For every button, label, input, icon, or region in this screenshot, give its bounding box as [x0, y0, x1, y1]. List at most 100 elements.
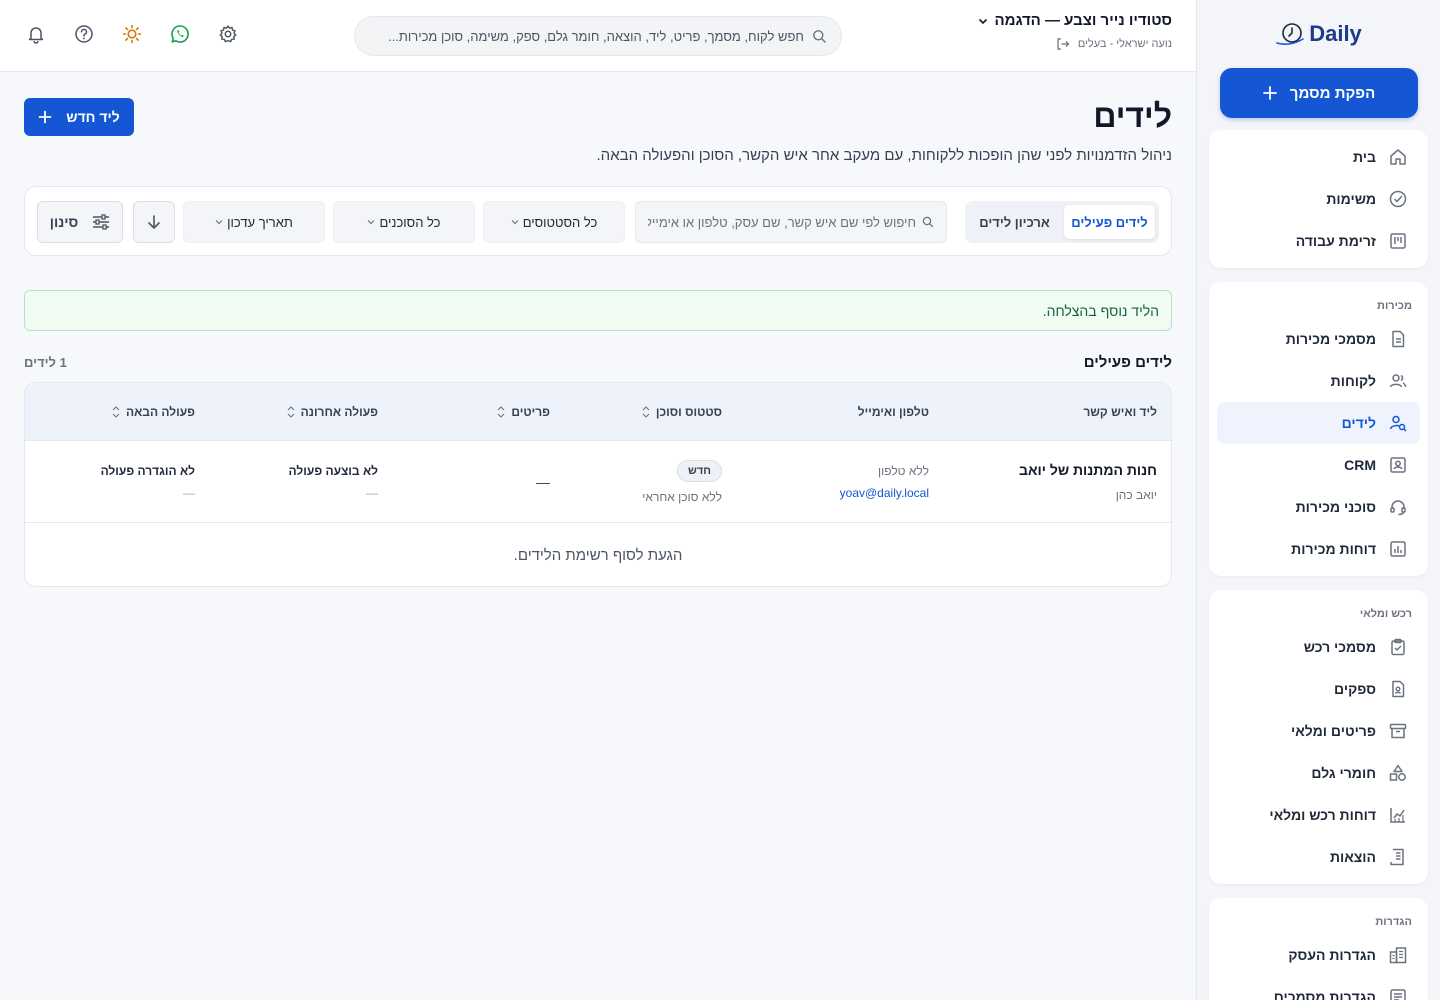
- sidebar-item-label: מסמכי רכש: [1303, 639, 1376, 655]
- list-header: לידים פעילים 1 לידים: [24, 354, 1172, 371]
- sidebar-item-label: חומרי גלם: [1311, 765, 1376, 781]
- business-name: סטודיו נייר וצבע — הדגמה: [994, 12, 1172, 29]
- tab-active-leads[interactable]: לידים פעילים: [1064, 205, 1155, 239]
- chevron-down-icon: [511, 220, 519, 225]
- col-contact-label: טלפון ואימייל: [857, 405, 929, 419]
- sidebar-item-document-settings[interactable]: הגדרות מסמכים: [1217, 976, 1420, 1000]
- page-subtitle: ניהול הזדמנויות לפני שהן הופכות ללקוחות,…: [596, 147, 1172, 164]
- sidebar-item-tasks[interactable]: משימות: [1217, 178, 1420, 220]
- sidebar-item-customers[interactable]: לקוחות: [1217, 360, 1420, 402]
- sidebar-item-crm[interactable]: CRM: [1217, 444, 1420, 486]
- sidebar-item-sales-agents[interactable]: סוכני מכירות: [1217, 486, 1420, 528]
- nav-sales-group: מכירות מסמכי מכירות לקוחות לידים CRM סוכ…: [1209, 282, 1428, 576]
- sidebar-item-label: CRM: [1344, 457, 1376, 473]
- gear-icon[interactable]: [218, 24, 238, 44]
- lead-email-link[interactable]: yoav@daily.local: [840, 486, 929, 500]
- lead-contact-name: יואב כהן: [1115, 488, 1157, 502]
- sidebar-item-sales-documents[interactable]: מסמכי מכירות: [1217, 318, 1420, 360]
- tab-archived-leads[interactable]: ארכיון לידים: [969, 205, 1060, 239]
- table-row[interactable]: חנות המתנות של יואב יואב כהן ללא טלפון y…: [25, 441, 1171, 523]
- business-switcher[interactable]: סטודיו נייר וצבע — הדגמה נועה ישראלי - ב…: [978, 12, 1172, 51]
- status-select[interactable]: כל הסטטוסים: [483, 201, 625, 243]
- col-contact: טלפון ואימייל: [858, 383, 929, 441]
- sidebar-item-leads[interactable]: לידים: [1217, 402, 1420, 444]
- sort-icon: [287, 406, 295, 418]
- user-line: נועה ישראלי - בעלים: [978, 37, 1172, 51]
- new-document-label: הפקת מסמך: [1289, 84, 1376, 102]
- sidebar-item-label: לקוחות: [1330, 373, 1376, 389]
- lead-items: —: [536, 474, 550, 490]
- sun-icon[interactable]: [122, 24, 142, 44]
- new-lead-button[interactable]: ליד חדש: [24, 98, 134, 136]
- col-next-action-label: פעולה הבאה: [125, 405, 195, 419]
- lead-search-input[interactable]: [648, 214, 916, 230]
- business-name-row[interactable]: סטודיו נייר וצבע — הדגמה: [978, 12, 1172, 29]
- chevron-down-icon: [368, 220, 375, 225]
- table-header: ליד ואיש קשר טלפון ואימייל סטטוס וסוכן פ…: [25, 383, 1171, 441]
- plus-icon: [38, 110, 52, 124]
- headset-icon: [1390, 500, 1406, 516]
- nav-section-title: רכש ומלאי: [1359, 608, 1412, 620]
- sidebar-item-purchase-reports[interactable]: דוחות רכש ומלאי: [1217, 794, 1420, 836]
- cell-contact: ללא טלפון yoav@daily.local: [840, 441, 929, 523]
- global-search-input[interactable]: [369, 28, 804, 44]
- users-icon: [1389, 374, 1407, 388]
- sidebar-item-suppliers[interactable]: ספקים: [1217, 668, 1420, 710]
- whatsapp-icon[interactable]: [170, 24, 190, 44]
- col-last-action[interactable]: פעולה אחרונה: [287, 383, 378, 441]
- sidebar-item-sales-reports[interactable]: דוחות מכירות: [1217, 528, 1420, 570]
- logout-icon[interactable]: [1056, 37, 1070, 51]
- sidebar-item-business-settings[interactable]: הגדרות העסק: [1217, 934, 1420, 976]
- success-alert: הליד נוסף בהצלחה.: [24, 290, 1172, 331]
- col-status[interactable]: סטטוס וסוכן: [642, 383, 722, 441]
- cell-last-action: לא בוצעה פעולה —: [289, 441, 378, 523]
- sidebar-item-label: דוחות מכירות: [1291, 541, 1376, 557]
- sidebar-item-label: סוכני מכירות: [1295, 499, 1376, 515]
- sidebar-item-label: הוצאות: [1329, 849, 1376, 865]
- chevron-down-icon: [215, 220, 223, 225]
- filter-button[interactable]: סינון: [37, 201, 123, 243]
- sidebar-item-purchase-documents[interactable]: מסמכי רכש: [1217, 626, 1420, 668]
- sidebar-item-workflow[interactable]: זרימת עבודה: [1217, 220, 1420, 262]
- agent-select-value: כל הסוכנים: [379, 214, 441, 230]
- global-search[interactable]: [354, 16, 842, 56]
- sidebar-item-home[interactable]: בית: [1217, 136, 1420, 178]
- sidebar-item-items-inventory[interactable]: פריטים ומלאי: [1217, 710, 1420, 752]
- help-icon[interactable]: [74, 24, 94, 44]
- clock-logo-icon: [1276, 23, 1305, 45]
- logo[interactable]: Daily: [1209, 0, 1428, 68]
- filter-label: סינון: [49, 214, 79, 230]
- sort-select-value: תאריך עדכון: [227, 214, 293, 230]
- supplier-icon: [1392, 680, 1405, 698]
- success-alert-text: הליד נוסף בהצלחה.: [1042, 302, 1159, 319]
- sort-icon: [497, 406, 505, 418]
- sidebar-item-label: זרימת עבודה: [1295, 233, 1376, 249]
- new-lead-label: ליד חדש: [66, 109, 120, 125]
- sidebar-item-expenses[interactable]: הוצאות: [1217, 836, 1420, 878]
- page-title: לידים: [1093, 98, 1172, 134]
- sidebar-item-label: משימות: [1326, 191, 1376, 207]
- cell-next-action: לא הוגדרה פעולה —: [101, 441, 195, 523]
- end-of-list-message: הגעת לסוף רשימת הלידים.: [513, 546, 683, 564]
- cell-lead: חנות המתנות של יואב יואב כהן: [1019, 441, 1157, 523]
- sort-direction-button[interactable]: [133, 201, 175, 243]
- main-content: סטודיו נייר וצבע — הדגמה נועה ישראלי - ב…: [0, 0, 1196, 1000]
- col-last-action-label: פעולה אחרונה: [300, 405, 378, 419]
- agent-select[interactable]: כל הסוכנים: [333, 201, 475, 243]
- last-action-sub: —: [366, 486, 378, 500]
- lead-search[interactable]: [635, 201, 947, 243]
- new-document-button[interactable]: הפקת מסמך: [1219, 68, 1418, 118]
- user-search-icon: [1389, 415, 1407, 432]
- last-action-title: לא בוצעה פעולה: [288, 464, 378, 478]
- col-lead-label: ליד ואיש קשר: [1083, 405, 1157, 419]
- topbar: סטודיו נייר וצבע — הדגמה נועה ישראלי - ב…: [0, 0, 1196, 72]
- col-items[interactable]: פריטים: [497, 383, 550, 441]
- col-next-action[interactable]: פעולה הבאה: [112, 383, 195, 441]
- sort-select[interactable]: תאריך עדכון: [183, 201, 325, 243]
- lead-name[interactable]: חנות המתנות של יואב: [1019, 462, 1157, 478]
- sidebar-item-raw-materials[interactable]: חומרי גלם: [1217, 752, 1420, 794]
- nav-settings-group: הגדרות הגדרות העסק הגדרות מסמכים: [1209, 898, 1428, 1000]
- col-lead: ליד ואיש קשר: [1083, 383, 1157, 441]
- bell-icon[interactable]: [26, 24, 46, 44]
- nav-section-title: מכירות: [1377, 300, 1412, 312]
